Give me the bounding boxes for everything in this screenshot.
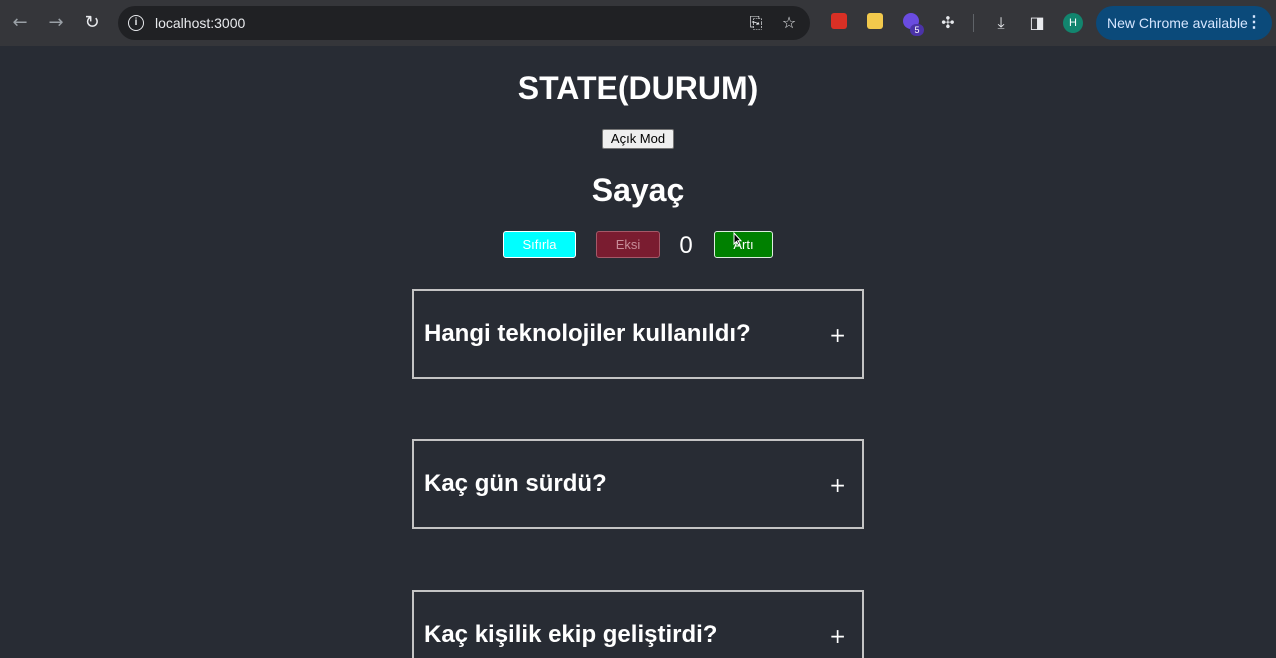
url-text[interactable]: localhost:3000: [155, 15, 245, 31]
update-label: New Chrome available: [1107, 15, 1248, 31]
page-title: STATE(DURUM): [517, 70, 759, 106]
forward-arrow-icon[interactable]: →: [45, 12, 67, 34]
faq-question: Kaç kişilik ekip geliştirdi?: [424, 621, 718, 648]
reset-button[interactable]: Sıfırla: [503, 231, 576, 258]
extensions-puzzle-icon[interactable]: ✣: [937, 12, 959, 34]
address-bar[interactable]: i localhost:3000 ⎘ ☆: [118, 6, 810, 40]
browser-toolbar: ← → ↻ i localhost:3000 ⎘ ☆ 5 ✣ ⤓ ◨ H New…: [0, 0, 1276, 46]
reload-icon[interactable]: ↻: [81, 12, 103, 34]
site-info-icon[interactable]: i: [128, 15, 144, 31]
faq-question: Hangi teknolojiler kullanıldı?: [424, 320, 751, 347]
extension-red-icon[interactable]: [831, 13, 847, 29]
extension-yellow-icon[interactable]: [867, 13, 883, 29]
plus-icon[interactable]: +: [829, 624, 846, 648]
kebab-menu-icon[interactable]: ⋮: [1246, 13, 1262, 33]
faq-item[interactable]: Kaç kişilik ekip geliştirdi? +: [412, 590, 864, 658]
mouse-cursor-icon: [733, 232, 742, 246]
extension-badge: 5: [910, 24, 924, 36]
counter-title: Sayaç: [591, 172, 685, 208]
increment-button[interactable]: Artı: [714, 231, 773, 258]
counter-value: 0: [679, 232, 693, 259]
light-mode-button[interactable]: Açık Mod: [602, 129, 674, 149]
plus-icon[interactable]: +: [829, 323, 846, 347]
page-content: STATE(DURUM) Açık Mod Sayaç Sıfırla Eksi…: [0, 46, 1276, 658]
faq-question: Kaç gün sürdü?: [424, 470, 607, 497]
side-panel-icon[interactable]: ◨: [1026, 12, 1048, 34]
back-arrow-icon[interactable]: ←: [9, 12, 31, 34]
faq-item[interactable]: Hangi teknolojiler kullanıldı? +: [412, 289, 864, 379]
decrement-button[interactable]: Eksi: [596, 231, 660, 258]
toolbar-divider: [973, 14, 974, 32]
download-icon[interactable]: ⤓: [990, 12, 1012, 34]
plus-icon[interactable]: +: [829, 473, 846, 497]
profile-avatar[interactable]: H: [1063, 13, 1083, 33]
faq-item[interactable]: Kaç gün sürdü? +: [412, 439, 864, 529]
install-app-icon[interactable]: ⎘: [746, 13, 766, 33]
chrome-update-button[interactable]: New Chrome available ⋮: [1096, 6, 1272, 40]
bookmark-star-icon[interactable]: ☆: [779, 13, 799, 33]
